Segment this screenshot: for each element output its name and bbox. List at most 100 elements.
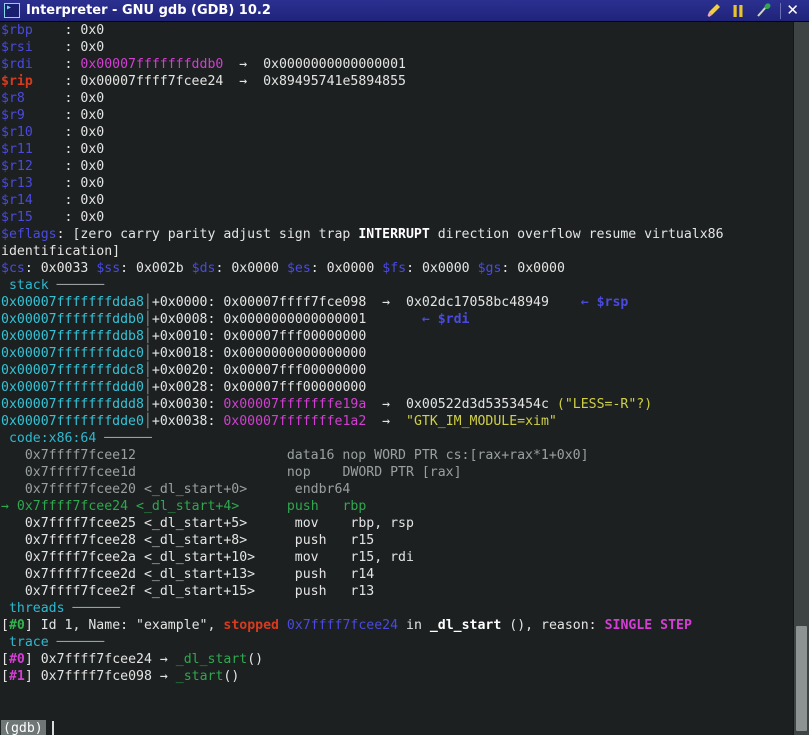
trace-parens: () — [247, 652, 264, 667]
code-mnemonic: push — [294, 584, 327, 599]
code-mnemonic: endbr64 — [294, 482, 351, 497]
stack-offset: +0x0000: — [151, 295, 216, 310]
segment-name: $cs — [1, 261, 25, 276]
stack-string: ("LESS=-R"?) — [556, 397, 653, 412]
register-value: 0x0 — [80, 176, 105, 191]
stack-address: 0x00007fffffffdde0 — [1, 414, 144, 429]
eflags-label: $eflags — [1, 227, 57, 242]
register-value: 0x0 — [80, 210, 105, 225]
segment-value: 0x002b — [136, 261, 184, 276]
vertical-scrollbar[interactable] — [793, 22, 809, 735]
register-value: 0x0 — [80, 40, 105, 55]
stack-offset: +0x0030: — [151, 397, 216, 412]
code-operands: r15 — [350, 533, 375, 548]
code-mnemonic: mov — [294, 550, 319, 565]
code-operands: rbp — [342, 499, 367, 514]
stack-value: 0x0000000000000001 — [223, 312, 367, 327]
code-address: 0x7ffff7fcee20 — [24, 482, 136, 497]
segment-value: 0x0033 — [40, 261, 89, 276]
pause-icon[interactable] — [730, 2, 746, 20]
terminal-output[interactable]: $rbp : 0x0 $rsi : 0x0 $rdi : 0x00007ffff… — [0, 22, 793, 735]
register-name: $rbp — [1, 23, 33, 38]
register-value: 0x0 — [80, 91, 105, 106]
scrollbar-thumb[interactable] — [796, 626, 807, 731]
close-icon[interactable]: ✕ — [780, 2, 801, 19]
stack-string: "GTK_IM_MODULE=xim" — [406, 414, 557, 429]
register-name: $r10 — [1, 125, 33, 140]
code-symbol: <_dl_start+8> — [143, 533, 248, 548]
pencil-icon[interactable] — [705, 2, 721, 20]
register-name: $rsi — [1, 40, 33, 55]
segment-value: 0x0000 — [421, 261, 470, 276]
stack-arrow: → — [382, 414, 391, 429]
hammer-icon[interactable] — [755, 2, 771, 20]
segment-value: 0x0000 — [231, 261, 279, 276]
stack-value: 0x0000000000000000 — [223, 346, 367, 361]
trace-function: _dl_start — [175, 652, 248, 667]
register-name: $rip — [1, 74, 33, 89]
code-mnemonic: mov — [294, 516, 319, 531]
code-row: 0x7ffff7fcee1d nop DWORD PTR [rax] — [0, 464, 793, 481]
gdb-prompt-line[interactable]: (gdb) — [0, 719, 793, 735]
terminal-area: $rbp : 0x0 $rsi : 0x0 $rdi : 0x00007ffff… — [0, 22, 809, 735]
register-name: $r11 — [1, 142, 33, 157]
code-row-current: → 0x7ffff7fcee24 <_dl_start+4> push rbp — [0, 498, 793, 515]
stack-value: 0x00007fffffffe1a2 — [223, 414, 367, 429]
register-row: $r9 : 0x0 — [1, 108, 105, 123]
register-name: $r14 — [1, 193, 33, 208]
stack-offset: +0x0020: — [151, 363, 216, 378]
eflags-active-flag: INTERRUPT — [358, 227, 430, 242]
code-operands: DWORD PTR [rax] — [342, 465, 462, 480]
current-instruction-marker: → — [1, 499, 9, 514]
stack-row: 0x00007fffffffddd0│+0x0028: 0x00007fff00… — [1, 380, 367, 395]
code-symbol: <_dl_start+0> — [143, 482, 248, 497]
register-value: 0x0 — [80, 108, 105, 123]
deref-arrow: → — [239, 74, 248, 89]
code-symbol: <_dl_start+13> — [143, 567, 256, 582]
stack-row: 0x00007fffffffddc8│+0x0020: 0x00007fff00… — [1, 363, 367, 378]
segment-name: $ds — [191, 261, 216, 276]
code-symbol: <_dl_start+5> — [143, 516, 248, 531]
code-address: 0x7ffff7fcee25 — [24, 516, 136, 531]
code-symbol: <_dl_start+10> — [143, 550, 256, 565]
segment-name: $gs — [477, 261, 502, 276]
register-name: $r13 — [1, 176, 33, 191]
stack-offset: +0x0010: — [151, 329, 216, 344]
thread-reason: SINGLE STEP — [604, 618, 692, 633]
section-header-trace: trace ────── — [8, 635, 105, 650]
stack-address: 0x00007fffffffddc0 — [1, 346, 144, 361]
segment-name: $ss — [96, 261, 121, 276]
section-header-code: code:x86:64 ────── — [8, 431, 152, 446]
register-row: $r14 : 0x0 — [1, 193, 105, 208]
code-address: 0x7ffff7fcee1d — [24, 465, 136, 480]
eflags-flags-before: zero carry parity adjust sign trap — [80, 227, 359, 242]
thread-row: [#0] Id 1, Name: "example", stopped 0x7f… — [1, 618, 692, 633]
register-name: $r15 — [1, 210, 33, 225]
code-address: 0x7ffff7fcee2f — [24, 584, 136, 599]
register-value: 0x0 — [80, 142, 105, 157]
code-mnemonic: push — [294, 533, 327, 548]
output-spacer — [0, 685, 793, 702]
register-name: $rdi — [1, 57, 33, 72]
code-row: 0x7ffff7fcee2f <_dl_start+15> push r13 — [0, 583, 793, 600]
thread-name: "example", — [136, 618, 216, 633]
stack-row: 0x00007fffffffddc0│+0x0018: 0x0000000000… — [1, 346, 367, 361]
eflags-flags-after: direction overflow resume virtualx86 — [429, 227, 724, 242]
thread-address: 0x7ffff7fcee24 — [286, 618, 399, 633]
section-title: code:x86:64 — [8, 431, 97, 446]
stack-offset: +0x0018: — [151, 346, 216, 361]
stack-row: 0x00007fffffffdda8│+0x0000: 0x00007ffff7… — [1, 295, 629, 310]
segment-name: $fs — [382, 261, 407, 276]
code-symbol: <_dl_start+4> — [136, 499, 240, 514]
trace-index: #0 — [8, 652, 25, 667]
stack-value: 0x00007fff00000000 — [223, 363, 367, 378]
code-address: 0x7ffff7fcee2a — [24, 550, 136, 565]
section-title: threads — [8, 601, 65, 616]
code-operands: r13 — [350, 584, 375, 599]
segment-name: $es — [286, 261, 311, 276]
window-controls: ✕ — [705, 2, 807, 20]
section-header-threads: threads ────── — [8, 601, 121, 616]
stack-offset: +0x0028: — [151, 380, 216, 395]
gdb-window: Interpreter - GNU gdb (GDB) 10.2 — [0, 0, 809, 735]
stack-marker: ← $rsp — [580, 295, 629, 310]
